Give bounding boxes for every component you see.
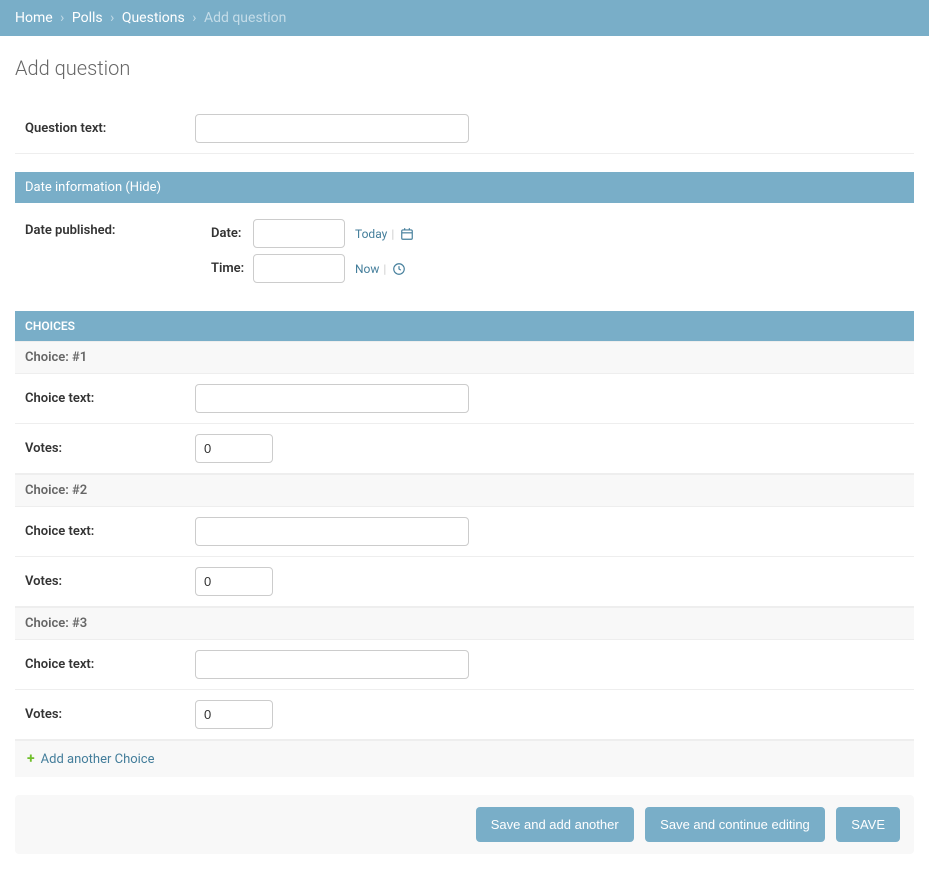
save-button[interactable] <box>836 807 900 842</box>
choice-inline-1: Choice: #1 Choice text: Votes: <box>15 341 914 474</box>
votes-label: Votes: <box>25 707 195 722</box>
choices-heading: CHOICES <box>15 311 914 341</box>
shortcut-pipe: | <box>383 262 386 276</box>
save-continue-button[interactable] <box>645 807 825 842</box>
choice-text-label: Choice text: <box>25 524 195 539</box>
date-info-heading-text: Date information <box>25 180 125 195</box>
hide-toggle-link[interactable]: (Hide) <box>125 180 161 195</box>
now-link[interactable]: Now <box>355 262 379 276</box>
add-another-choice-link[interactable]: + Add another Choice <box>27 751 155 767</box>
question-text-label: Question text: <box>25 121 195 136</box>
choice-title: Choice: #1 <box>15 341 914 374</box>
breadcrumb-questions[interactable]: Questions <box>122 10 185 26</box>
choice-title: Choice: #3 <box>15 607 914 640</box>
choice-inline-2: Choice: #2 Choice text: Votes: <box>15 474 914 607</box>
breadcrumb: Home › Polls › Questions › Add question <box>0 0 929 36</box>
clock-icon[interactable] <box>392 262 406 276</box>
add-another-choice-label: Add another Choice <box>41 752 155 767</box>
breadcrumb-home[interactable]: Home <box>15 10 53 26</box>
today-link[interactable]: Today <box>355 227 387 241</box>
shortcut-pipe: | <box>391 227 394 241</box>
date-info-heading: Date information (Hide) <box>15 172 914 203</box>
submit-row <box>15 795 914 854</box>
question-text-input[interactable] <box>195 114 469 143</box>
votes-label: Votes: <box>25 574 195 589</box>
date-published-label: Date published: <box>25 219 211 238</box>
date-sublabel: Date: <box>211 226 253 241</box>
votes-input[interactable] <box>195 434 273 463</box>
choice-title: Choice: #2 <box>15 474 914 507</box>
choices-inline-group: CHOICES Choice: #1 Choice text: Votes: C… <box>15 311 914 777</box>
add-row: + Add another Choice <box>15 740 914 777</box>
breadcrumb-sep: › <box>192 10 196 26</box>
breadcrumb-sep: › <box>110 10 114 26</box>
question-text-row: Question text: <box>15 104 914 153</box>
choice-text-label: Choice text: <box>25 657 195 672</box>
time-sublabel: Time: <box>211 261 253 276</box>
calendar-icon[interactable] <box>400 227 414 241</box>
breadcrumb-sep: › <box>60 10 64 26</box>
choice-text-label: Choice text: <box>25 391 195 406</box>
choice-text-input[interactable] <box>195 650 469 679</box>
page-title: Add question <box>15 56 914 80</box>
date-published-row: Date published: Date: Today | Time: <box>15 203 914 293</box>
save-add-another-button[interactable] <box>476 807 634 842</box>
votes-input[interactable] <box>195 700 273 729</box>
time-input[interactable] <box>253 254 345 283</box>
breadcrumb-polls[interactable]: Polls <box>72 10 103 26</box>
choice-text-input[interactable] <box>195 384 469 413</box>
votes-input[interactable] <box>195 567 273 596</box>
plus-icon: + <box>27 751 35 767</box>
choice-inline-3: Choice: #3 Choice text: Votes: <box>15 607 914 740</box>
breadcrumb-current: Add question <box>204 10 286 26</box>
date-input[interactable] <box>253 219 345 248</box>
votes-label: Votes: <box>25 441 195 456</box>
choice-text-input[interactable] <box>195 517 469 546</box>
